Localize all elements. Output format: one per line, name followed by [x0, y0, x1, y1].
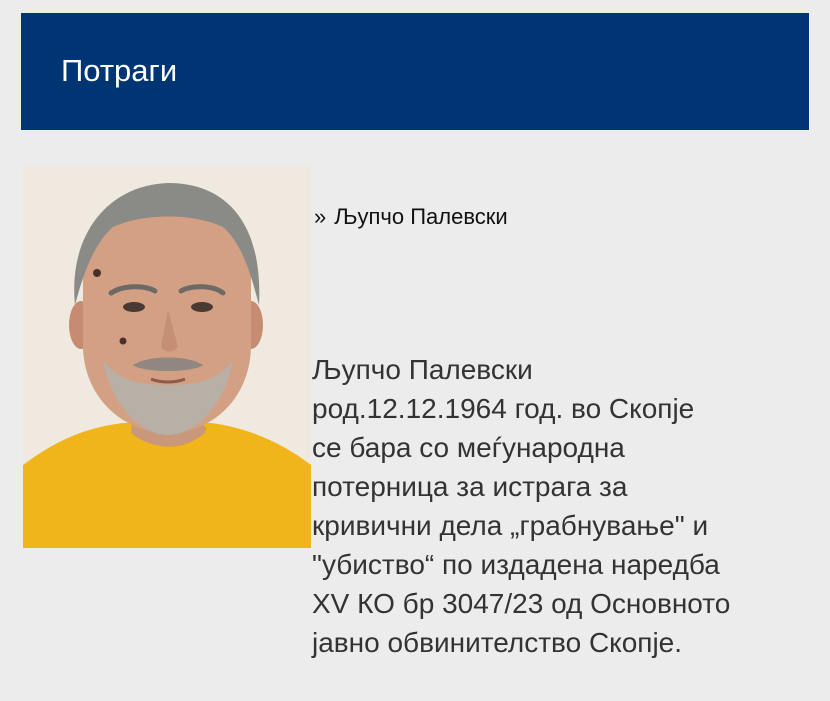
description-line: кривични дела „грабнување" и: [312, 510, 709, 541]
description-line: се бара со меѓународна: [312, 432, 625, 463]
suspect-photo: [23, 165, 311, 548]
description-line: "убиство“ по издадена наредба: [312, 549, 720, 580]
person-link[interactable]: » Љупчо Палевски: [314, 202, 508, 232]
page-title: Потраги: [61, 53, 178, 88]
double-chevron-right-icon: »: [314, 204, 327, 229]
page-header: Потраги: [21, 13, 809, 130]
description-line: XV КО бр 3047/23 од Основното: [312, 588, 731, 619]
person-description: Љупчо Палевски род.12.12.1964 год. во Ск…: [312, 350, 822, 662]
description-line: јавно обвинителство Скопје.: [312, 627, 683, 658]
description-line: потерница за истрага за: [312, 471, 628, 502]
person-link-label: Љупчо Палевски: [334, 204, 508, 229]
description-line: Љупчо Палевски: [312, 354, 533, 385]
description-line: род.12.12.1964 год. во Скопје: [312, 393, 695, 424]
